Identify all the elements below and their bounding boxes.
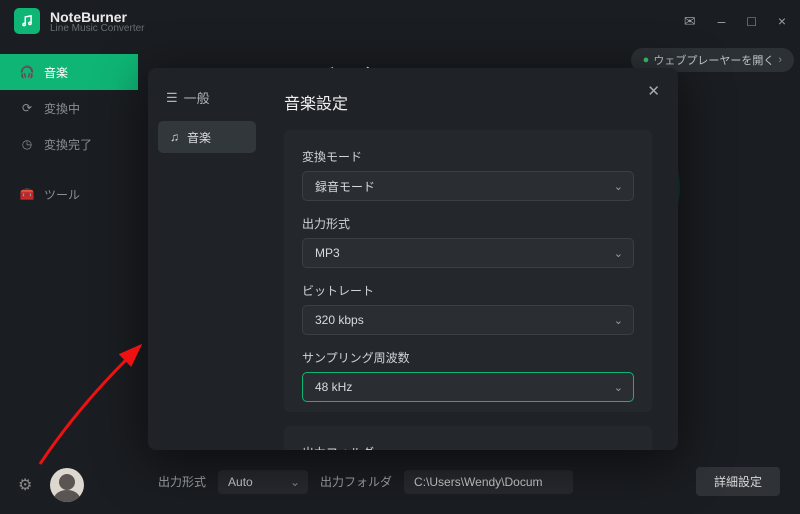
chevron-down-icon: ⌄ xyxy=(614,180,623,193)
sidebar-item-completed[interactable]: ◷ 変換完了 xyxy=(0,126,138,162)
mode-value: 録音モード xyxy=(315,178,375,195)
conversion-settings-card: 変換モード 録音モード ⌄ 出力形式 MP3 ⌄ ビットレート 320 kbps… xyxy=(284,130,652,412)
modal-section-label: 一般 xyxy=(184,88,210,107)
gear-icon[interactable]: ⚙ xyxy=(18,475,32,495)
output-format-value: MP3 xyxy=(315,246,340,260)
output-folder-card: 出力フォルダ C:\Users\Wendy\Documents\NoteBurn… xyxy=(284,426,652,450)
folder-path-display[interactable]: C:\Users\Wendy\Docum xyxy=(404,470,572,494)
chevron-down-icon: ⌄ xyxy=(614,381,623,394)
refresh-icon: ⟳ xyxy=(20,101,34,115)
app-title-block: NoteBurner Line Music Converter xyxy=(40,9,144,34)
app-subtitle: Line Music Converter xyxy=(50,23,144,34)
app-logo xyxy=(14,8,40,34)
window-controls: ✉ – □ × xyxy=(684,13,786,30)
format-label: 出力形式 xyxy=(158,473,206,490)
sidebar-item-label: ツール xyxy=(44,186,80,203)
bitrate-label: ビットレート xyxy=(302,282,634,299)
line-icon: ● xyxy=(643,54,650,66)
modal-section-header: ☰ 一般 xyxy=(158,88,256,107)
detail-settings-button[interactable]: 詳細設定 xyxy=(696,467,780,496)
modal-tab-music[interactable]: ♫ 音楽 xyxy=(158,121,256,153)
samplerate-select[interactable]: 48 kHz ⌄ xyxy=(302,372,634,402)
bitrate-select[interactable]: 320 kbps ⌄ xyxy=(302,305,634,335)
maximize-button[interactable]: □ xyxy=(747,13,755,30)
detail-settings-label: 詳細設定 xyxy=(714,475,762,489)
sidebar-item-tools[interactable]: 🧰 ツール xyxy=(0,176,138,212)
sliders-icon: ☰ xyxy=(166,90,178,106)
clock-icon: ◷ xyxy=(20,137,34,151)
sidebar: 🎧 音楽 ⟳ 変換中 ◷ 変換完了 🧰 ツール ⚙ xyxy=(0,42,138,514)
bitrate-value: 320 kbps xyxy=(315,313,364,327)
chevron-right-icon: › xyxy=(778,54,782,66)
sidebar-item-label: 変換中 xyxy=(44,100,80,117)
folder-path-value: C:\Users\Wendy\Docum xyxy=(414,475,542,489)
sidebar-item-label: 変換完了 xyxy=(44,136,92,153)
folder-field-label: 出力フォルダ xyxy=(302,444,634,450)
music-note-icon: ♫ xyxy=(170,130,179,144)
bottom-bar: 出力形式 Auto ⌄ 出力フォルダ C:\Users\Wendy\Docum … xyxy=(158,467,780,496)
modal-content: ✕ 音楽設定 変換モード 録音モード ⌄ 出力形式 MP3 ⌄ ビットレート 3… xyxy=(266,68,678,450)
headphones-icon: 🎧 xyxy=(20,65,34,79)
chevron-down-icon: ⌄ xyxy=(614,247,623,260)
chevron-down-icon: ⌄ xyxy=(614,314,623,327)
close-button[interactable]: × xyxy=(778,13,786,30)
format-select[interactable]: Auto ⌄ xyxy=(218,470,308,494)
output-format-select[interactable]: MP3 ⌄ xyxy=(302,238,634,268)
folder-label: 出力フォルダ xyxy=(320,473,392,490)
sidebar-item-label: 音楽 xyxy=(44,64,68,81)
minimize-button[interactable]: – xyxy=(718,13,726,30)
format-field-label: 出力形式 xyxy=(302,215,634,232)
sidebar-item-music[interactable]: 🎧 音楽 xyxy=(0,54,138,90)
toolbox-icon: 🧰 xyxy=(20,187,34,201)
mode-select[interactable]: 録音モード ⌄ xyxy=(302,171,634,201)
modal-sidebar: ☰ 一般 ♫ 音楽 xyxy=(148,68,266,450)
sidebar-item-converting[interactable]: ⟳ 変換中 xyxy=(0,90,138,126)
samplerate-value: 48 kHz xyxy=(315,380,352,394)
chevron-down-icon: ⌄ xyxy=(290,475,300,489)
sidebar-footer: ⚙ xyxy=(0,468,138,502)
modal-tab-label: 音楽 xyxy=(187,129,211,146)
titlebar: NoteBurner Line Music Converter ✉ – □ × xyxy=(0,0,800,42)
settings-modal: ☰ 一般 ♫ 音楽 ✕ 音楽設定 変換モード 録音モード ⌄ 出力形式 MP3 … xyxy=(148,68,678,450)
avatar[interactable] xyxy=(50,468,84,502)
webplayer-label: ウェブプレーヤーを開く xyxy=(653,52,774,68)
format-value: Auto xyxy=(228,475,253,489)
mode-label: 変換モード xyxy=(302,148,634,165)
samplerate-label: サンプリング周波数 xyxy=(302,349,634,366)
feedback-icon[interactable]: ✉ xyxy=(684,13,696,30)
modal-title: 音楽設定 xyxy=(284,90,652,114)
close-icon[interactable]: ✕ xyxy=(647,82,660,100)
